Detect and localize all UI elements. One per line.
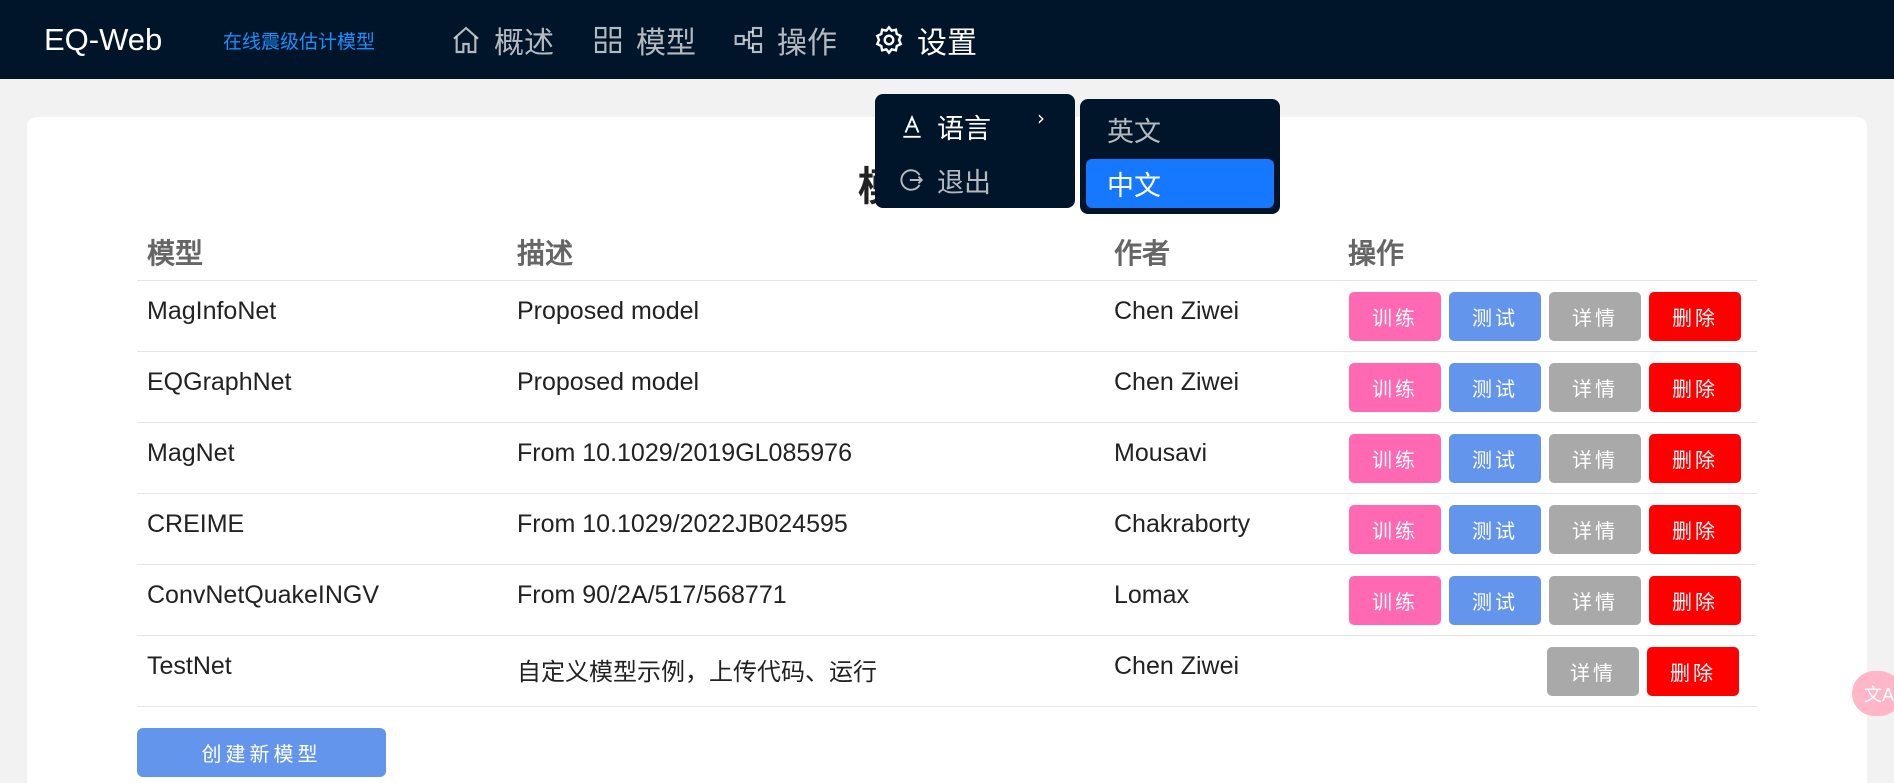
menu-item-logout[interactable]: 退出 [899,160,991,200]
table-row: MagNet From 10.1029/2019GL085976 Mousavi… [137,423,1757,494]
language-submenu: 英文 中文 [1080,99,1280,214]
nav-label: 概述 [494,26,554,61]
delete-button[interactable]: 删除 [1649,363,1741,412]
detail-button[interactable]: 详情 [1549,434,1641,483]
font-icon [903,114,921,138]
nav-item-overview[interactable]: 概述 [450,20,554,61]
detail-button[interactable]: 详情 [1549,505,1641,554]
create-model-button[interactable]: 创建新模型 [137,728,386,777]
row-actions: 训练 测试 详情 删除 [1349,292,1741,341]
test-button[interactable]: 测试 [1449,434,1541,483]
detail-button[interactable]: 详情 [1549,292,1641,341]
delete-button[interactable]: 删除 [1647,647,1739,696]
detail-button[interactable]: 详情 [1549,576,1641,625]
cell-author: Lomax [1114,581,1190,609]
cell-author: Mousavi [1114,439,1208,467]
logout-icon [900,169,924,191]
nav-item-settings[interactable]: 设置 [873,20,977,61]
train-button[interactable]: 训练 [1349,434,1441,483]
settings-dropdown: 语言 › 退出 [875,94,1075,208]
train-button[interactable]: 训练 [1349,363,1441,412]
table-row: MagInfoNet Proposed model Chen Ziwei 训练 … [137,281,1757,352]
header-author: 作者 [1114,237,1171,270]
submenu-arrow-icon: › [1037,106,1045,130]
nav-label: 模型 [636,26,696,61]
app-tagline: 在线震级估计模型 [223,31,376,53]
table-row: TestNet 自定义模型示例，上传代码、运行 Chen Ziwei 详情 删除 [137,636,1757,707]
train-button[interactable]: 训练 [1349,505,1441,554]
test-button[interactable]: 测试 [1449,363,1541,412]
nav-label: 设置 [917,26,977,61]
header-actions: 操作 [1348,237,1405,270]
cell-description: Proposed model [517,297,700,325]
network-icon [734,26,763,54]
train-button[interactable]: 训练 [1349,576,1441,625]
menu-item-language[interactable]: 语言 [899,106,991,146]
row-actions: 训练 测试 详情 删除 [1349,434,1741,483]
cell-author: Chakraborty [1114,510,1251,538]
cell-description: 自定义模型示例，上传代码、运行 [517,658,877,686]
row-actions: 训练 测试 详情 删除 [1349,363,1741,412]
cell-model: MagInfoNet [147,297,277,325]
language-option-english[interactable]: 英文 [1086,105,1274,154]
header-description: 描述 [517,237,574,270]
cell-model: ConvNetQuakeINGV [147,581,380,609]
cell-model: CREIME [147,510,245,538]
row-actions: 训练 测试 详情 删除 [1349,576,1741,625]
cell-description: From 90/2A/517/568771 [517,581,787,609]
cell-description: From 10.1029/2019GL085976 [517,439,852,467]
delete-button[interactable]: 删除 [1649,505,1741,554]
gear-icon [875,25,903,55]
nav-item-operations[interactable]: 操作 [733,20,837,61]
cell-model: MagNet [147,439,235,467]
home-icon [453,26,479,54]
header-model: 模型 [147,237,204,270]
app-brand[interactable]: EQ-Web [44,22,162,58]
cell-description: Proposed model [517,368,700,396]
delete-button[interactable]: 删除 [1649,292,1741,341]
table-row: ConvNetQuakeINGV From 90/2A/517/568771 L… [137,565,1757,636]
table-header: 模型 描述 作者 操作 [137,228,1757,281]
train-button[interactable]: 训练 [1349,292,1441,341]
row-actions: 训练 测试 详情 删除 [1349,505,1741,554]
cell-model: TestNet [147,652,232,680]
table-row: EQGraphNet Proposed model Chen Ziwei 训练 … [137,352,1757,423]
test-button[interactable]: 测试 [1449,505,1541,554]
cell-author: Chen Ziwei [1114,652,1240,680]
nav-label: 操作 [777,26,837,61]
top-navbar: EQ-Web 在线震级估计模型 概述 模型 操作 设置 [0,0,1894,79]
cell-description: From 10.1029/2022JB024595 [517,510,848,538]
translate-icon[interactable]: 文A [1852,671,1894,716]
language-option-chinese[interactable]: 中文 [1086,159,1274,208]
cell-author: Chen Ziwei [1114,368,1240,396]
delete-button[interactable]: 删除 [1649,434,1741,483]
cell-model: EQGraphNet [147,368,292,396]
delete-button[interactable]: 删除 [1649,576,1741,625]
models-table: 模型 描述 作者 操作 MagInfoNet Proposed model Ch… [137,228,1757,707]
detail-button[interactable]: 详情 [1547,647,1639,696]
menu-item-label: 退出 [937,167,991,199]
nav-item-models[interactable]: 模型 [592,20,696,61]
detail-button[interactable]: 详情 [1549,363,1641,412]
row-actions: 详情 删除 [1547,647,1739,696]
test-button[interactable]: 测试 [1449,576,1541,625]
cell-author: Chen Ziwei [1114,297,1240,325]
table-row: CREIME From 10.1029/2022JB024595 Chakrab… [137,494,1757,565]
test-button[interactable]: 测试 [1449,292,1541,341]
menu-item-label: 语言 [937,113,991,145]
grid-icon [594,26,622,54]
